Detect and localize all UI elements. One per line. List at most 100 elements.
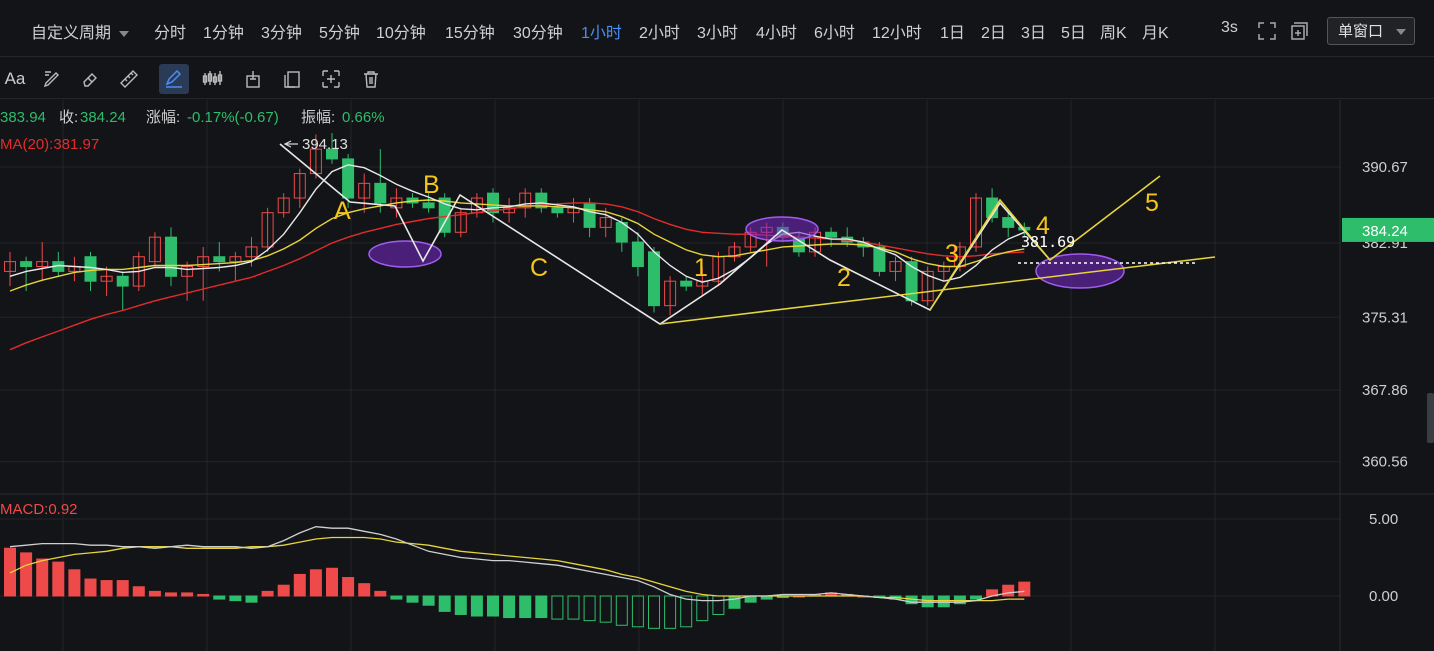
wave-pattern-tool-icon[interactable] [198, 64, 228, 94]
macd-histogram-bar [132, 586, 145, 597]
macd-histogram-bar [583, 595, 596, 622]
macd-histogram-bar [937, 595, 950, 608]
period-bar: 自定义周期 分时 1分钟 3分钟 5分钟 10分钟 15分钟 30分钟 1小时 2小时 3小时 4小… [0, 0, 1434, 57]
macd-histogram-bar [68, 569, 81, 597]
chevron-down-icon [119, 30, 130, 37]
macd-histogram-bar [229, 595, 242, 602]
position-tool-icon[interactable] [238, 64, 268, 94]
eraser-tool-icon[interactable] [75, 64, 105, 94]
period-option[interactable]: 3分钟 [261, 19, 302, 43]
candle-body [583, 202, 596, 228]
ma20-label: MA(20):381.97 [0, 136, 99, 153]
macd-histogram-bar [52, 561, 65, 597]
macd-histogram-bar [293, 573, 306, 597]
candlestick-series [4, 133, 1031, 316]
candle-body [648, 251, 660, 307]
window-mode-select[interactable]: 单窗口 [1327, 17, 1415, 45]
settings-tool-icon[interactable] [316, 64, 346, 94]
high-annotation: 394.13 [302, 136, 348, 153]
custom-period-label: 自定义周期 [31, 25, 112, 42]
text-tool-icon[interactable]: Aa [0, 64, 30, 94]
wave-label: 4 [1036, 212, 1050, 240]
period-option[interactable]: 12小时 [872, 19, 922, 43]
period-option[interactable]: 1分钟 [203, 19, 244, 43]
support-trendline [659, 256, 1216, 325]
refresh-interval[interactable]: 3s [1221, 19, 1238, 37]
macd-histogram-bar [84, 578, 97, 597]
macd-histogram-bar [148, 590, 161, 597]
wave-label: 2 [837, 264, 851, 292]
ruler-tool-icon[interactable] [114, 64, 144, 94]
period-option[interactable]: 10分钟 [376, 19, 426, 43]
period-option[interactable]: 5分钟 [319, 19, 360, 43]
macd-histogram-bar [970, 595, 982, 600]
user-drawings: 394.13381.69ABC 1 2345 [279, 136, 1216, 325]
price-axis: 390.67375.31367.86360.56382.91384.245.00… [1342, 159, 1434, 605]
macd-histogram-bar [551, 595, 564, 620]
open-value: 383.94 [0, 109, 46, 126]
macd-histogram-bar [116, 580, 129, 597]
amplitude-label: 振幅: [301, 109, 335, 126]
new-window-icon[interactable] [1289, 20, 1311, 42]
period-option[interactable]: 15分钟 [445, 19, 495, 43]
period-option[interactable]: 3小时 [697, 19, 738, 43]
candle-body [1002, 217, 1015, 228]
trash-tool-icon[interactable] [356, 64, 386, 94]
period-option[interactable]: 5日 [1061, 19, 1086, 43]
price-chart[interactable]: MACD:0.92 394.13381.69ABC 1 2345 390.67375… [0, 100, 1434, 651]
macd-histogram-bar [1018, 581, 1031, 597]
macd-histogram-bar [519, 595, 532, 619]
price-axis-tick: 375.31 [1362, 309, 1408, 326]
candle-body [374, 182, 387, 204]
macd-histogram-bar [342, 577, 355, 597]
copy-tool-icon[interactable] [277, 64, 307, 94]
period-option[interactable]: 分时 [154, 19, 186, 43]
fullscreen-icon[interactable] [1256, 20, 1278, 42]
change-label: 涨幅: [146, 109, 180, 126]
macd-histogram-bar [648, 595, 660, 629]
macd-histogram-bar [261, 590, 274, 597]
ma20-line [9, 202, 1025, 351]
macd-histogram-bar [712, 595, 725, 615]
candle-body [84, 256, 97, 282]
candle-body [20, 261, 33, 268]
candle-body [213, 256, 226, 263]
macd-title: MACD:0.92 [0, 501, 78, 518]
wave-label: 1 [694, 254, 708, 282]
chevron-down-icon [1396, 29, 1406, 35]
wave-label: 5 [1145, 189, 1159, 217]
period-option[interactable]: 3日 [1021, 19, 1046, 43]
wave-label: 3 [945, 240, 959, 268]
period-option[interactable]: 2日 [981, 19, 1006, 43]
candle-body [825, 231, 838, 238]
close-label: 收: [59, 109, 78, 126]
period-option[interactable]: 月K [1142, 19, 1169, 43]
macd-histogram-bar [358, 583, 371, 597]
pencil-tool-icon[interactable] [159, 64, 189, 94]
period-option[interactable]: 1日 [940, 19, 965, 43]
highlight-ellipse [368, 240, 442, 268]
period-option[interactable]: 周K [1100, 19, 1127, 43]
candle-body [165, 236, 177, 277]
macd-histogram-bar [599, 595, 612, 623]
period-option[interactable]: 6小时 [814, 19, 855, 43]
macd-histogram-bar [422, 595, 435, 606]
candle-body [551, 207, 564, 214]
wave-label: A [334, 197, 351, 225]
axis-scroll-handle [1427, 393, 1434, 443]
period-option[interactable]: 4小时 [756, 19, 797, 43]
highlight-ellipse [745, 216, 819, 242]
macd-histogram-bar [631, 595, 644, 628]
macd-histogram-bar [390, 595, 403, 600]
macd-histogram-bar [535, 595, 548, 619]
macd-histogram-bar [664, 595, 677, 629]
period-option[interactable]: 2小时 [639, 19, 680, 43]
macd-histogram-bar [213, 595, 226, 600]
period-option[interactable]: 30分钟 [513, 19, 563, 43]
macd-histogram-bar [326, 567, 338, 597]
custom-period-dropdown[interactable]: 自定义周期 [31, 19, 130, 43]
brush-tool-icon[interactable] [37, 64, 67, 94]
period-option[interactable]: 1小时 [581, 19, 622, 43]
macd-histogram-bar [197, 593, 210, 597]
price-axis-tick: 367.86 [1362, 382, 1408, 399]
